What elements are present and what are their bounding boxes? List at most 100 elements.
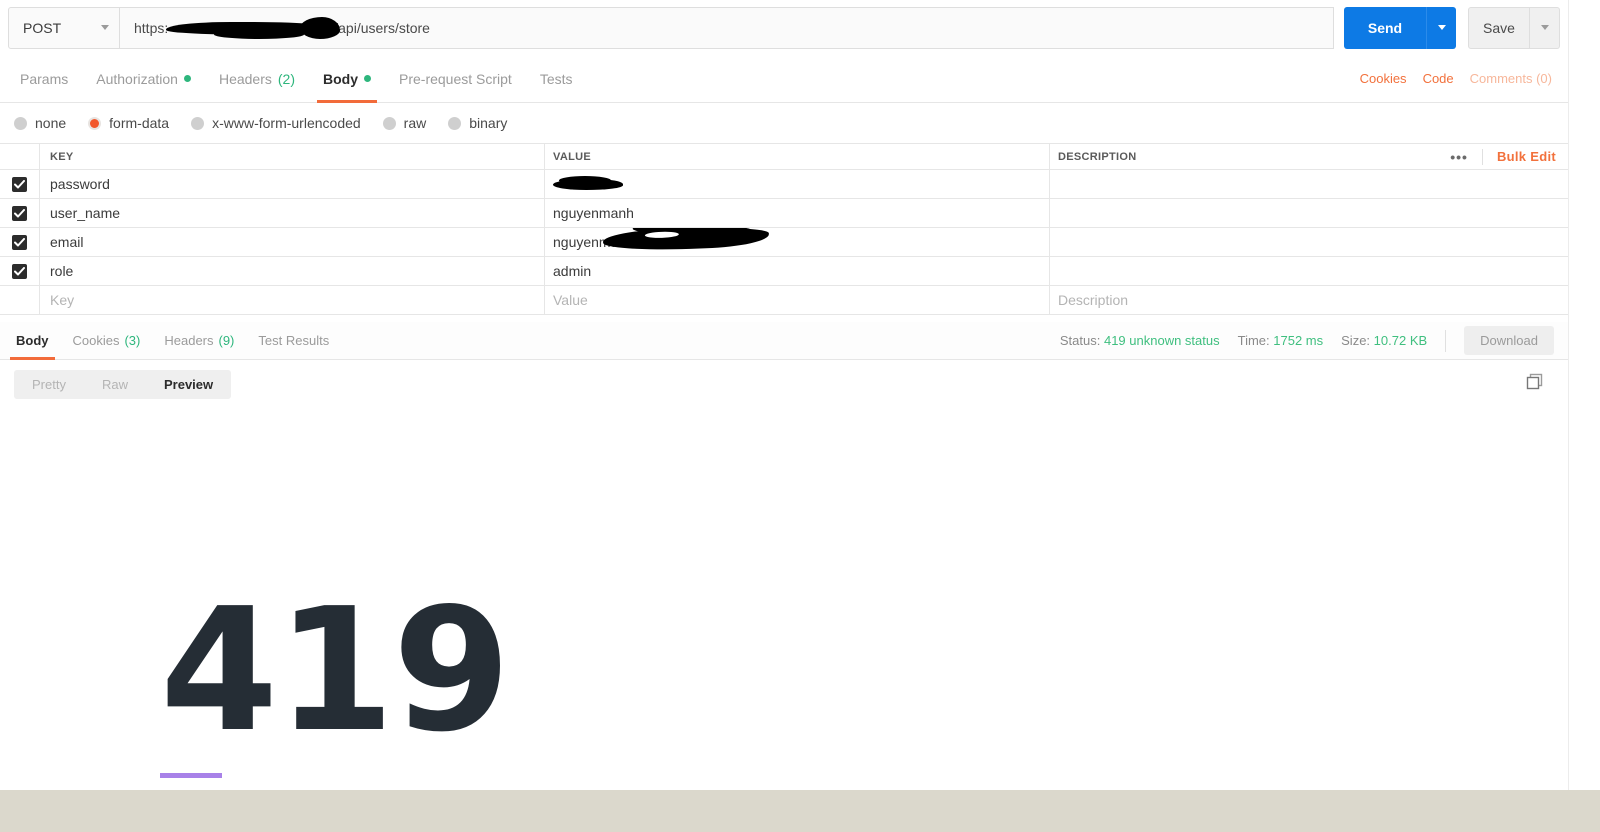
- body-type-binary[interactable]: binary: [448, 115, 507, 131]
- tab-authorization[interactable]: Authorization: [82, 55, 205, 103]
- format-pretty-button[interactable]: Pretty: [14, 370, 84, 399]
- row-key-cell[interactable]: Key: [40, 286, 545, 314]
- row-value-cell[interactable]: nguyenmanh: [545, 199, 1050, 227]
- row-value-text: nguyenmanh: [553, 205, 634, 221]
- row-checkbox-cell[interactable]: [0, 228, 40, 256]
- tab-label: Tests: [539, 70, 573, 87]
- row-description-cell[interactable]: Description: [1050, 286, 1568, 314]
- row-description-cell[interactable]: [1050, 170, 1568, 198]
- row-description-cell[interactable]: [1050, 257, 1568, 285]
- body-type-raw[interactable]: raw: [382, 115, 426, 131]
- save-options-button[interactable]: [1530, 6, 1560, 49]
- table-row[interactable]: email nguyenman: [0, 228, 1568, 257]
- table-row[interactable]: role admin: [0, 257, 1568, 286]
- body-type-label: none: [35, 115, 67, 131]
- error-code-heading: 419: [160, 572, 511, 770]
- form-data-table: KEY VALUE DESCRIPTION ••• Bulk Edit pass…: [0, 143, 1568, 315]
- tab-pre-request-script[interactable]: Pre-request Script: [385, 55, 526, 103]
- download-button[interactable]: Download: [1464, 326, 1554, 355]
- body-type-form-data[interactable]: form-data: [88, 115, 169, 131]
- checkbox-checked-icon[interactable]: [12, 205, 27, 221]
- row-key-cell[interactable]: role: [40, 257, 545, 285]
- body-type-none[interactable]: none: [14, 115, 66, 131]
- size-value: 10.72 KB: [1373, 333, 1428, 348]
- body-type-label: x-www-form-urlencoded: [212, 115, 361, 131]
- header-cell-value: VALUE: [545, 144, 1050, 169]
- body-type-label: binary: [469, 115, 508, 131]
- key-placeholder: Key: [50, 292, 75, 308]
- row-checkbox-cell[interactable]: [0, 286, 40, 314]
- bulk-edit-button[interactable]: Bulk Edit: [1483, 149, 1556, 164]
- save-button[interactable]: Save: [1468, 6, 1530, 49]
- row-description-cell[interactable]: [1050, 199, 1568, 227]
- size-label: Size:: [1341, 333, 1371, 348]
- checkbox-checked-icon[interactable]: [12, 176, 27, 192]
- row-value-cell[interactable]: [545, 170, 1050, 198]
- tab-label: Headers: [164, 333, 214, 348]
- table-row[interactable]: password: [0, 170, 1568, 199]
- row-key-cell[interactable]: email: [40, 228, 545, 256]
- status-dot-icon: [183, 75, 191, 82]
- row-key-cell[interactable]: password: [40, 170, 545, 198]
- row-checkbox-cell[interactable]: [0, 170, 40, 198]
- body-type-x-www-form-urlencoded[interactable]: x-www-form-urlencoded: [191, 115, 361, 131]
- tab-body[interactable]: Body: [309, 55, 385, 103]
- response-tab-body[interactable]: Body: [4, 322, 61, 360]
- response-tab-headers[interactable]: Headers (9): [152, 322, 246, 360]
- row-value-cell[interactable]: admin: [545, 257, 1050, 285]
- vertical-scrollbar[interactable]: [1568, 0, 1600, 790]
- tab-label: Authorization: [96, 70, 178, 87]
- value-placeholder: Value: [553, 292, 588, 308]
- format-preview-button[interactable]: Preview: [146, 370, 231, 399]
- tab-count-badge: (3): [124, 333, 141, 348]
- checkbox-checked-icon[interactable]: [12, 263, 27, 279]
- row-key-cell[interactable]: user_name: [40, 199, 545, 227]
- send-button[interactable]: Send: [1344, 6, 1426, 49]
- status-label: Status:: [1059, 333, 1101, 348]
- row-checkbox-cell[interactable]: [0, 199, 40, 227]
- checkbox-checked-icon[interactable]: [12, 234, 27, 250]
- comments-link[interactable]: Comments (0): [1470, 71, 1552, 86]
- divider: [1445, 329, 1447, 352]
- header-description-label: DESCRIPTION: [1058, 150, 1137, 163]
- radio-icon-selected: [88, 116, 102, 130]
- tab-label: Test Results: [258, 333, 330, 348]
- copy-icon[interactable]: [1526, 373, 1544, 396]
- tab-label: Body: [16, 333, 49, 348]
- row-value-cell[interactable]: Value: [545, 286, 1050, 314]
- request-bar: POST https: /api/users/store Send Save: [0, 0, 1568, 55]
- row-checkbox-cell[interactable]: [0, 257, 40, 285]
- row-value-cell[interactable]: nguyenman: [545, 228, 1050, 256]
- response-tab-cookies[interactable]: Cookies (3): [61, 322, 153, 360]
- chevron-down-icon: [1437, 25, 1446, 30]
- tab-params[interactable]: Params: [6, 55, 82, 103]
- row-description-cell[interactable]: [1050, 228, 1568, 256]
- request-tabs-actions: Cookies Code Comments (0): [1360, 71, 1568, 86]
- url-input[interactable]: https: /api/users/store: [120, 6, 1334, 49]
- http-method-select[interactable]: POST: [8, 6, 120, 49]
- row-key-text: user_name: [50, 205, 121, 221]
- response-preview-pane: 419: [0, 408, 1568, 790]
- more-options-icon[interactable]: •••: [1436, 148, 1483, 165]
- time-value: 1752 ms: [1273, 333, 1324, 348]
- tab-headers[interactable]: Headers (2): [205, 55, 309, 103]
- table-row-empty[interactable]: Key Value Description: [0, 286, 1568, 315]
- format-raw-button[interactable]: Raw: [84, 370, 146, 399]
- response-format-toggle: Pretty Raw Preview: [14, 369, 232, 399]
- send-options-button[interactable]: [1426, 6, 1456, 49]
- save-button-group: Save: [1468, 6, 1560, 49]
- cookies-link[interactable]: Cookies: [1360, 71, 1407, 86]
- time-metric: Time: 1752 ms: [1238, 333, 1324, 348]
- table-row[interactable]: user_name nguyenmanh: [0, 199, 1568, 228]
- send-button-group: Send: [1344, 6, 1456, 49]
- chevron-down-icon: [101, 25, 109, 30]
- response-view-toolbar: Pretty Raw Preview: [0, 360, 1568, 408]
- tab-label: Cookies: [72, 333, 120, 348]
- code-link[interactable]: Code: [1423, 71, 1454, 86]
- tab-label: Body: [323, 70, 358, 87]
- tab-tests[interactable]: Tests: [526, 55, 587, 103]
- radio-icon: [14, 116, 27, 130]
- response-tab-test-results[interactable]: Test Results: [246, 322, 341, 360]
- url-suffix: /api/users/store: [334, 19, 430, 36]
- row-key-text: email: [50, 234, 84, 250]
